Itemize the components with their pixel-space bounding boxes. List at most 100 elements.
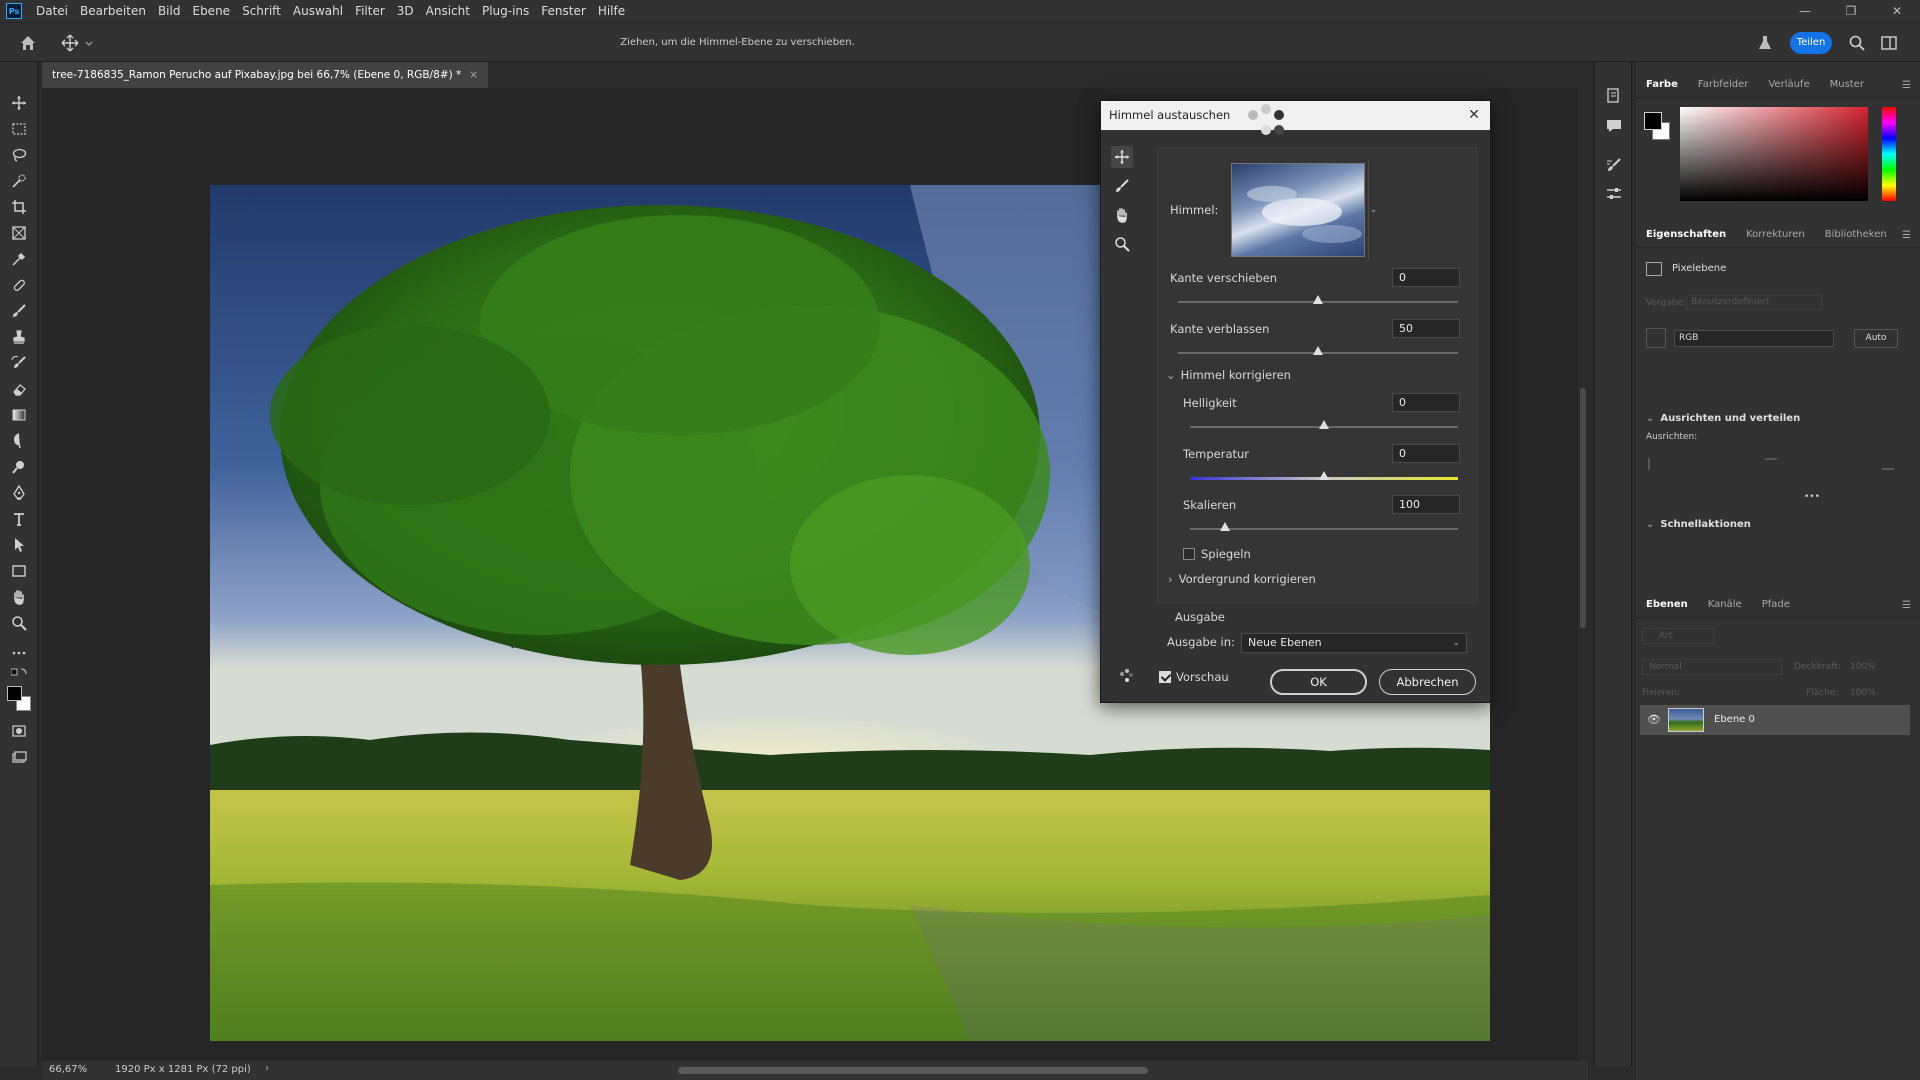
- sky-move-tool-icon[interactable]: [1111, 146, 1133, 168]
- move-tool-icon[interactable]: [8, 92, 30, 114]
- tab-muster[interactable]: Muster: [1820, 72, 1874, 98]
- tab-ebenen[interactable]: Ebenen: [1636, 592, 1698, 618]
- more-tools-icon[interactable]: [8, 642, 30, 664]
- hue-slider[interactable]: [1882, 107, 1896, 201]
- color-panel-menu-icon[interactable]: ☰: [1902, 80, 1912, 91]
- dialog-close-icon[interactable]: ✕: [1466, 101, 1482, 130]
- cancel-button[interactable]: Abbrechen: [1379, 669, 1476, 695]
- fade-edge-slider-thumb[interactable]: [1313, 346, 1323, 355]
- color-picker-field[interactable]: [1680, 107, 1868, 201]
- menu-ansicht[interactable]: Ansicht: [420, 0, 476, 22]
- lasso-tool-icon[interactable]: [8, 144, 30, 166]
- dialog-zoom-tool-icon[interactable]: [1111, 233, 1133, 255]
- menu-hilfe[interactable]: Hilfe: [592, 0, 631, 22]
- menu-filter[interactable]: Filter: [349, 0, 391, 22]
- document-tab[interactable]: tree-7186835_Ramon Perucho auf Pixabay.j…: [42, 62, 489, 88]
- sky-preset-dropdown-icon[interactable]: ⌄: [1368, 160, 1378, 260]
- scale-slider-thumb[interactable]: [1219, 522, 1230, 531]
- layer-filter-input[interactable]: Art: [1642, 628, 1714, 644]
- dialog-title-bar[interactable]: Himmel austauschen ✕: [1101, 101, 1490, 130]
- brightness-slider-thumb[interactable]: [1319, 420, 1329, 429]
- scale-input[interactable]: 100: [1392, 495, 1460, 514]
- shift-edge-slider-thumb[interactable]: [1313, 295, 1323, 304]
- smudge-tool-icon[interactable]: [8, 430, 30, 452]
- zoom-tool-icon[interactable]: [8, 612, 30, 634]
- dialog-hand-tool-icon[interactable]: [1111, 204, 1133, 226]
- tab-farbe[interactable]: Farbe: [1636, 72, 1688, 98]
- align-section-header[interactable]: ⌄ Ausrichten und verteilen: [1646, 413, 1800, 424]
- type-tool-icon[interactable]: [8, 508, 30, 530]
- preview-checkbox[interactable]: [1159, 671, 1171, 683]
- properties-panel-menu-icon[interactable]: ☰: [1902, 230, 1912, 241]
- layer-name[interactable]: Ebene 0: [1714, 714, 1755, 725]
- align-bottom-icon[interactable]: [1882, 458, 1894, 470]
- dodge-tool-icon[interactable]: [8, 456, 30, 478]
- window-close-icon[interactable]: ✕: [1874, 0, 1920, 22]
- tab-verlaeufe[interactable]: Verläufe: [1758, 72, 1819, 98]
- rectangle-tool-icon[interactable]: [8, 560, 30, 582]
- comments-panel-icon[interactable]: [1604, 116, 1624, 136]
- workspace-icon[interactable]: [1880, 34, 1898, 52]
- align-buttons[interactable]: [1648, 458, 1894, 470]
- align-top-icon[interactable]: [1765, 458, 1777, 470]
- tab-farbfelder[interactable]: Farbfelder: [1688, 72, 1758, 98]
- vertical-scroll-thumb[interactable]: [1580, 388, 1586, 628]
- menu-schrift[interactable]: Schrift: [236, 0, 287, 22]
- fade-edge-input[interactable]: 50: [1392, 319, 1460, 338]
- zoom-level[interactable]: 66,67%: [49, 1064, 87, 1075]
- menu-ebene[interactable]: Ebene: [186, 0, 236, 22]
- blend-mode-select[interactable]: Normal: [1642, 659, 1782, 675]
- marquee-tool-icon[interactable]: [8, 118, 30, 140]
- color-panel-foreground-swatch[interactable]: [1644, 112, 1662, 130]
- move-tool-preset-icon[interactable]: [60, 33, 96, 53]
- brightness-input[interactable]: 0: [1392, 393, 1460, 412]
- sky-brush-tool-icon[interactable]: [1111, 175, 1133, 197]
- eyedropper-tool-icon[interactable]: [8, 248, 30, 270]
- menu-3d[interactable]: 3D: [391, 0, 420, 22]
- screen-mode-icon[interactable]: [8, 746, 30, 768]
- quick-actions-header[interactable]: ⌄ Schnellaktionen: [1646, 519, 1751, 530]
- adjustments-panel-icon[interactable]: [1604, 184, 1624, 204]
- tab-bibliotheken[interactable]: Bibliotheken: [1815, 222, 1897, 248]
- scale-slider[interactable]: [1190, 528, 1458, 530]
- vertical-scrollbar[interactable]: [1578, 88, 1588, 1061]
- path-selection-tool-icon[interactable]: [8, 534, 30, 556]
- pen-tool-icon[interactable]: [8, 482, 30, 504]
- menu-fenster[interactable]: Fenster: [535, 0, 592, 22]
- hand-tool-icon[interactable]: [8, 586, 30, 608]
- share-button[interactable]: Teilen: [1790, 32, 1832, 54]
- opacity-value[interactable]: 100%: [1850, 662, 1876, 672]
- more-options-icon[interactable]: •••: [1804, 492, 1820, 502]
- swap-colors-icon[interactable]: [8, 666, 30, 680]
- search-icon[interactable]: [1848, 34, 1866, 52]
- eraser-tool-icon[interactable]: [8, 378, 30, 400]
- clone-stamp-tool-icon[interactable]: [8, 326, 30, 348]
- minimize-icon[interactable]: —: [1782, 0, 1828, 22]
- layer-row[interactable]: 👁 Ebene 0: [1640, 705, 1910, 735]
- crop-tool-icon[interactable]: [8, 196, 30, 218]
- layers-panel-menu-icon[interactable]: ☰: [1902, 600, 1912, 611]
- quick-mask-icon[interactable]: [8, 720, 30, 742]
- tab-eigenschaften[interactable]: Eigenschaften: [1636, 222, 1736, 248]
- history-panel-icon[interactable]: [1604, 86, 1624, 106]
- flask-icon[interactable]: [1756, 34, 1774, 52]
- auto-button[interactable]: Auto: [1854, 329, 1898, 348]
- history-brush-tool-icon[interactable]: [8, 352, 30, 374]
- document-tab-close-icon[interactable]: ×: [469, 69, 478, 81]
- sky-adjust-section-header[interactable]: ⌄ Himmel korrigieren: [1166, 368, 1291, 382]
- horizontal-scroll-thumb[interactable]: [678, 1067, 1148, 1074]
- healing-brush-tool-icon[interactable]: [8, 274, 30, 296]
- menu-bearbeiten[interactable]: Bearbeiten: [74, 0, 152, 22]
- ok-button[interactable]: OK: [1270, 669, 1367, 695]
- tab-pfade[interactable]: Pfade: [1752, 592, 1800, 618]
- restore-icon[interactable]: ❐: [1828, 0, 1874, 22]
- menu-plugins[interactable]: Plug-ins: [476, 0, 535, 22]
- object-selection-tool-icon[interactable]: [8, 170, 30, 192]
- foreground-background-swatches[interactable]: [6, 684, 32, 712]
- foreground-color-swatch[interactable]: [7, 686, 22, 701]
- preset-select[interactable]: Benutzerdefiniert: [1686, 295, 1822, 310]
- align-left-icon[interactable]: [1648, 458, 1660, 470]
- brush-tool-icon[interactable]: [8, 300, 30, 322]
- menu-bild[interactable]: Bild: [152, 0, 187, 22]
- flip-checkbox[interactable]: [1183, 548, 1195, 560]
